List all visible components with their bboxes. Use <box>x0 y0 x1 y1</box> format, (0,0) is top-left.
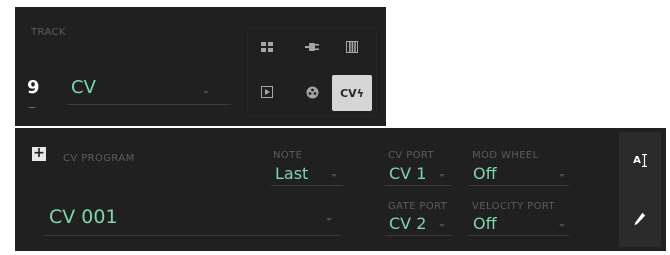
cv-program-name[interactable]: CV 001 <box>49 206 118 228</box>
cv-program-panel: + CV PROGRAM CV 001 NOTE Last CV PORT CV… <box>15 128 666 251</box>
note-value[interactable]: Last <box>275 164 308 183</box>
edit-pencil-icon <box>634 212 646 225</box>
plug-icon <box>305 43 319 51</box>
mod-wheel-dropdown-icon <box>559 174 565 177</box>
velocity-port-label: VELOCITY PORT <box>472 201 556 212</box>
note-underline <box>271 185 343 186</box>
cv-port-dropdown-icon <box>439 174 445 177</box>
gate-port-value[interactable]: CV 2 <box>389 214 426 233</box>
track-panel: TRACK 9 __ CV CVϟ <box>15 7 386 126</box>
track-type-plugin-button[interactable] <box>299 35 325 59</box>
mod-wheel-value[interactable]: Off <box>473 164 497 183</box>
track-type-drum-button[interactable] <box>299 80 325 104</box>
add-program-button[interactable]: + <box>32 146 46 161</box>
track-label: TRACK <box>31 27 66 38</box>
cv-port-label: CV PORT <box>388 150 435 161</box>
note-label: NOTE <box>273 150 303 161</box>
mod-wheel-label: MOD WHEEL <box>472 150 539 161</box>
velocity-port-dropdown-icon <box>559 224 565 227</box>
note-dropdown-icon <box>331 174 337 177</box>
text-cursor-icon <box>641 154 647 167</box>
track-type-keygroup-button[interactable] <box>339 35 365 59</box>
track-type-clip-button[interactable] <box>254 80 280 104</box>
gate-port-label: GATE PORT <box>388 201 448 212</box>
keyboard-icon <box>346 41 358 53</box>
track-number-cursor: __ <box>29 100 35 108</box>
edit-button[interactable] <box>619 190 661 247</box>
track-number[interactable]: 9 <box>27 77 40 98</box>
cv-program-name-underline <box>45 235 341 236</box>
track-type-pads-button[interactable] <box>254 35 280 59</box>
cv-icon: CVϟ <box>340 86 364 100</box>
rename-icon: A <box>633 155 641 166</box>
cv-port-underline <box>385 185 451 186</box>
grid-pads-icon <box>261 41 273 52</box>
track-name-dropdown-icon <box>203 91 209 94</box>
velocity-port-underline <box>469 235 569 236</box>
rename-button[interactable]: A <box>619 132 661 189</box>
side-toolbar: A <box>619 132 661 247</box>
gate-port-underline <box>385 235 451 236</box>
track-name[interactable]: CV <box>71 77 96 98</box>
track-type-cv-button[interactable]: CVϟ <box>332 75 372 111</box>
drum-icon <box>306 86 318 98</box>
cv-program-label: CV PROGRAM <box>63 153 135 164</box>
cv-port-value[interactable]: CV 1 <box>389 164 426 183</box>
mod-wheel-underline <box>469 185 569 186</box>
gate-port-dropdown-icon <box>439 224 445 227</box>
cv-program-dropdown-icon <box>326 218 332 221</box>
velocity-port-value[interactable]: Off <box>473 214 497 233</box>
track-name-underline <box>67 104 231 105</box>
clip-play-icon <box>261 86 273 98</box>
